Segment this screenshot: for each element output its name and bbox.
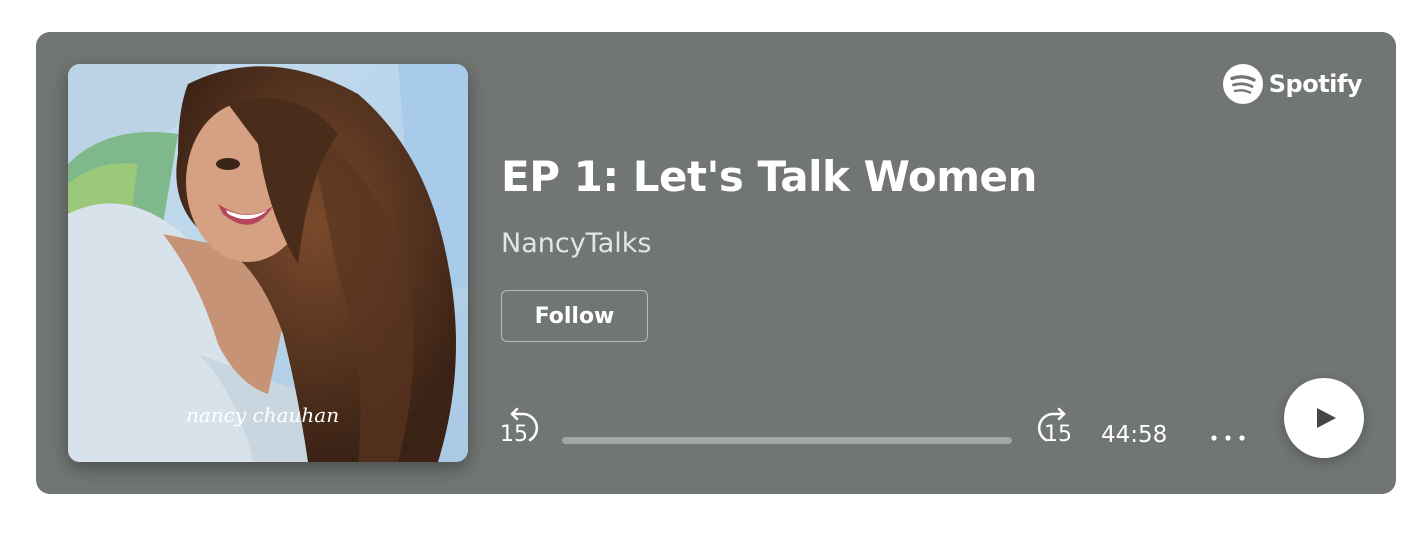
skip-forward-15-button[interactable]: 15: [1026, 406, 1078, 450]
spotify-logo-icon: [1222, 64, 1263, 104]
spotify-embed-card: nancy chauhan Spotify EP 1: Let's Talk W…: [36, 32, 1396, 494]
more-options-button[interactable]: [1206, 422, 1250, 452]
episode-title[interactable]: EP 1: Let's Talk Women: [501, 152, 1037, 201]
spotify-wordmark: Spotify: [1268, 70, 1363, 98]
episode-duration: 44:58: [1101, 422, 1168, 448]
skip-back-seconds: 15: [500, 422, 528, 447]
more-options-icon: [1211, 435, 1245, 441]
spotify-brand[interactable]: Spotify: [1222, 64, 1363, 104]
cover-signature: nancy chauhan: [186, 403, 339, 427]
skip-forward-seconds: 15: [1044, 422, 1072, 447]
skip-back-15-button[interactable]: 15: [498, 406, 550, 450]
progress-bar[interactable]: [562, 437, 1012, 444]
episode-cover-art[interactable]: nancy chauhan: [68, 64, 468, 462]
show-name[interactable]: NancyTalks: [501, 228, 651, 259]
follow-button[interactable]: Follow: [501, 290, 648, 342]
play-icon: [1317, 408, 1336, 428]
play-button[interactable]: [1284, 378, 1364, 458]
